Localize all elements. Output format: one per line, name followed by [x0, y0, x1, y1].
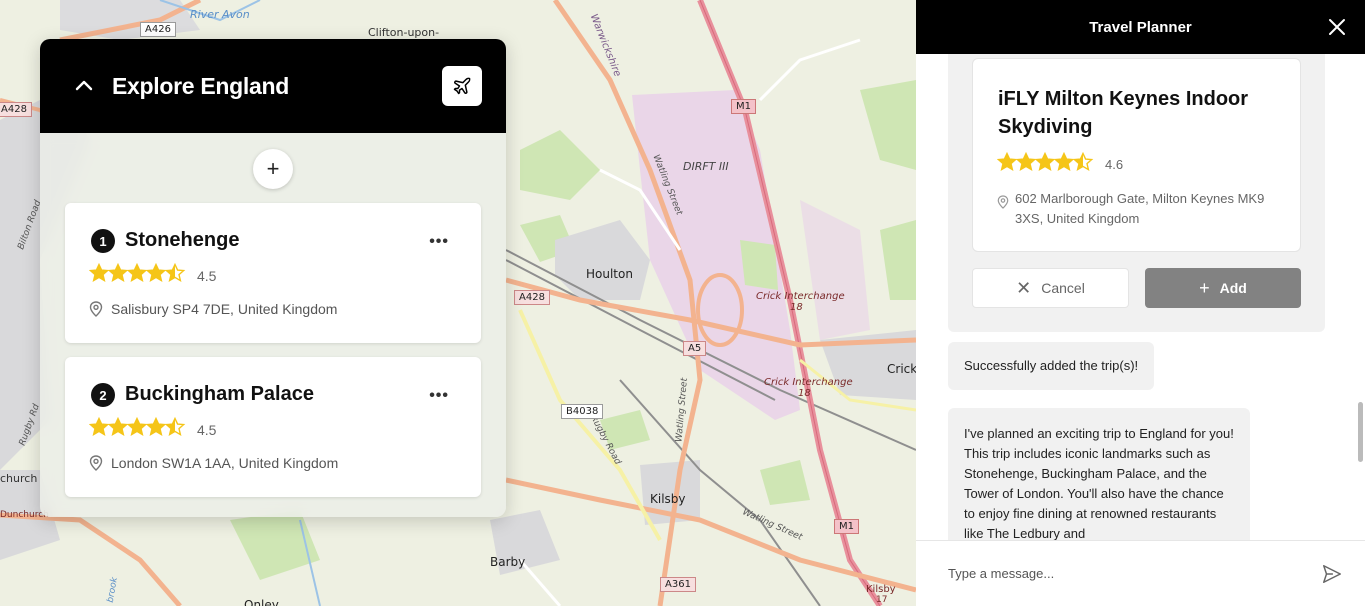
add-button[interactable]: + Add — [1145, 268, 1301, 308]
map-label-crick: Crick — [887, 362, 916, 376]
map-label-church: church — [0, 472, 38, 485]
assistant-summary-message: I've planned an exciting trip to England… — [948, 408, 1250, 540]
road-shield-m1-top: M1 — [731, 99, 756, 114]
place-number: 1 — [91, 229, 115, 253]
star-rating: 4.5 — [88, 416, 217, 442]
travel-planner-panel: Travel Planner iFLY Milton Keynes Indoor… — [916, 0, 1365, 606]
location-pin-icon — [89, 455, 103, 471]
planner-header: Travel Planner — [916, 0, 1365, 54]
map-label-houlton: Houlton — [586, 267, 633, 281]
location-pin-icon — [997, 195, 1009, 209]
star-icon — [126, 416, 148, 437]
success-message: Successfully added the trip(s)! — [948, 342, 1155, 390]
place-number: 2 — [91, 383, 115, 407]
star-rating: 4.6 — [996, 151, 1124, 177]
place-address: London SW1A 1AA, United Kingdom — [89, 455, 338, 471]
road-shield-a361: A361 — [660, 577, 696, 592]
star-icon — [1072, 151, 1094, 172]
star-icon — [996, 151, 1018, 172]
place-card-buckingham-palace[interactable]: 2 Buckingham Palace ••• 4.5 London SW1A … — [65, 357, 481, 497]
location-pin-icon — [89, 301, 103, 317]
planner-title: Travel Planner — [1089, 18, 1192, 36]
explore-title: Explore England — [112, 72, 289, 99]
map-label-crick-interchange-2: Crick Interchange — [764, 377, 853, 388]
star-icon — [126, 262, 148, 283]
star-icon — [164, 262, 186, 283]
map-label-crick-interchange-1-num: 18 — [790, 302, 803, 313]
chat-scrollbar[interactable] — [1358, 402, 1363, 462]
road-shield-a426: A426 — [140, 22, 176, 37]
chat-thread[interactable]: iFLY Milton Keynes Indoor Skydiving 4.6 … — [916, 54, 1365, 540]
chevron-up-icon[interactable] — [74, 76, 94, 96]
message-input[interactable] — [948, 566, 1321, 581]
suggested-place-name: iFLY Milton Keynes Indoor Skydiving — [998, 88, 1249, 138]
road-shield-b4038: B4038 — [561, 404, 604, 419]
rating-value: 4.5 — [197, 267, 217, 284]
road-shield-m1-bottom: M1 — [834, 519, 859, 534]
map-label-17: 17 — [876, 595, 888, 605]
map-label-dirft: DIRFT III — [683, 160, 729, 173]
road-shield-a428: A428 — [514, 290, 550, 305]
rating-value: 4.5 — [197, 421, 217, 438]
plus-icon: + — [1199, 277, 1210, 298]
star-icon — [107, 262, 129, 283]
plus-icon: + — [266, 156, 280, 181]
explore-list: + 1 Stonehenge ••• 4.5 Salisbury SP4 7DE… — [40, 133, 506, 517]
close-icon[interactable] — [1327, 17, 1347, 37]
rating-value: 4.6 — [1105, 157, 1124, 172]
star-rating: 4.5 — [88, 262, 217, 288]
star-icon — [1015, 151, 1037, 172]
map-label-river-avon: River Avon — [190, 8, 250, 21]
stars-icon — [996, 151, 1097, 177]
place-address-text: Salisbury SP4 7DE, United Kingdom — [111, 301, 338, 317]
x-icon: ✕ — [1016, 277, 1032, 298]
star-icon — [1034, 151, 1056, 172]
map-label-kilsby-bottom: Kilsby — [866, 584, 896, 595]
place-card-stonehenge[interactable]: 1 Stonehenge ••• 4.5 Salisbury SP4 7DE, … — [65, 203, 481, 343]
star-icon — [1053, 151, 1075, 172]
map-label-crick-interchange-2-num: 18 — [798, 388, 811, 399]
suggested-place-address: 602 Marlborough Gate, Milton Keynes MK9 … — [997, 189, 1287, 229]
star-icon — [107, 416, 129, 437]
place-address-text: London SW1A 1AA, United Kingdom — [111, 455, 339, 471]
star-icon — [145, 262, 167, 283]
stars-icon — [88, 416, 189, 442]
map-label-barby: Barby — [490, 555, 526, 569]
road-shield-a428-left: A428 — [0, 102, 32, 117]
place-address: Salisbury SP4 7DE, United Kingdom — [89, 301, 337, 317]
add-label: Add — [1219, 280, 1247, 296]
airplane-icon — [453, 77, 471, 95]
explore-header: Explore England — [40, 39, 506, 133]
map-label-crick-interchange-1: Crick Interchange — [756, 291, 845, 302]
map-label-onley: Onley — [244, 598, 279, 606]
more-options-icon[interactable]: ••• — [429, 387, 449, 405]
star-icon — [145, 416, 167, 437]
suggested-place-card[interactable]: iFLY Milton Keynes Indoor Skydiving 4.6 … — [972, 58, 1301, 252]
flight-button[interactable] — [442, 66, 482, 106]
add-place-button[interactable]: + — [253, 149, 293, 189]
message-composer — [916, 540, 1365, 606]
cancel-button[interactable]: ✕ Cancel — [972, 268, 1129, 308]
suggested-place-address-text: 602 Marlborough Gate, Milton Keynes MK9 … — [1015, 191, 1265, 226]
star-icon — [88, 416, 110, 437]
map-label-clifton: Clifton-upon- — [368, 26, 440, 39]
suggestion-message: iFLY Milton Keynes Indoor Skydiving 4.6 … — [948, 54, 1325, 332]
send-icon[interactable] — [1321, 563, 1343, 585]
road-shield-a5: A5 — [683, 341, 707, 356]
star-icon — [164, 416, 186, 437]
place-name: Stonehenge — [125, 229, 240, 251]
star-icon — [88, 262, 110, 283]
cancel-label: Cancel — [1041, 280, 1085, 296]
more-options-icon[interactable]: ••• — [429, 233, 449, 251]
explore-panel: Explore England + 1 Stonehenge ••• 4.5 S… — [40, 39, 506, 517]
stars-icon — [88, 262, 189, 288]
map-label-kilsby: Kilsby — [650, 492, 686, 506]
place-name: Buckingham Palace — [125, 383, 314, 405]
